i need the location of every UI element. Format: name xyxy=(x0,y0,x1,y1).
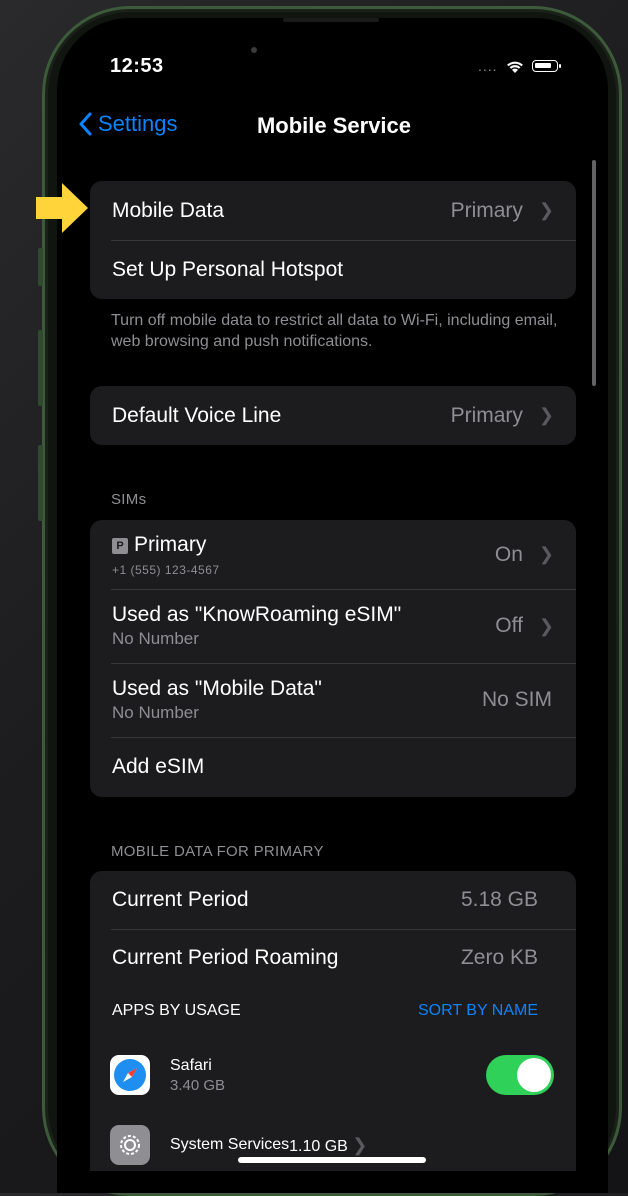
chevron-right-icon: ❯ xyxy=(538,544,554,564)
page-title: Mobile Service xyxy=(256,113,412,138)
battery-icon xyxy=(531,60,561,72)
chevron-right-icon: ❯ xyxy=(538,405,554,425)
safari-data-toggle[interactable] xyxy=(486,1055,554,1095)
app-usage: 1.10 GB xyxy=(289,1137,348,1155)
sim-title: Used as "KnowRoaming eSIM" xyxy=(112,603,402,626)
sim-title: Used as "Mobile Data" xyxy=(112,677,322,700)
safari-icon xyxy=(110,1055,150,1095)
apps-by-usage-label: APPS BY USAGE xyxy=(112,1002,241,1019)
sim-status: No SIM xyxy=(481,688,552,711)
current-period-row: Current Period 5.18 GB xyxy=(90,871,576,929)
current-period-roaming-value: Zero KB xyxy=(460,946,538,969)
highlight-arrow-icon xyxy=(36,183,88,233)
mobile-data-label: Mobile Data xyxy=(112,198,225,222)
sim-phone-number: +1 (555) 123-4567 xyxy=(112,562,220,577)
status-time: 12:53 xyxy=(110,55,164,77)
sim-subtitle: No Number xyxy=(112,703,199,722)
default-voice-line-row[interactable]: Default Voice Line Primary ❯ xyxy=(90,386,576,445)
current-period-value: 5.18 GB xyxy=(460,888,538,911)
sim-row-knowroaming[interactable]: Used as "KnowRoaming eSIM" No Number Off… xyxy=(90,589,576,663)
voice-line-group: Default Voice Line Primary ❯ xyxy=(90,386,576,445)
add-esim-link[interactable]: Add eSIM xyxy=(112,755,204,779)
camera-icon xyxy=(251,47,257,53)
sort-by-name-button[interactable]: SORT BY NAME xyxy=(418,1002,538,1020)
sim-title: Primary xyxy=(134,532,207,556)
current-period-roaming-row: Current Period Roaming Zero KB xyxy=(90,929,576,987)
personal-hotspot-row[interactable]: Set Up Personal Hotspot xyxy=(90,240,576,299)
app-usage: 3.40 GB xyxy=(170,1076,226,1094)
chevron-right-icon: ❯ xyxy=(538,615,554,636)
usage-group: Current Period 5.18 GB Current Period Ro… xyxy=(90,871,576,1171)
sims-group: P Primary +1 (555) 123-4567 On ❯ Used as … xyxy=(90,520,576,797)
sim-badge-icon: P xyxy=(112,537,128,554)
app-name: System Services xyxy=(170,1136,290,1153)
mobile-data-value: Primary xyxy=(450,198,523,222)
home-indicator[interactable] xyxy=(238,1157,426,1163)
sim-row-mobile-data: Used as "Mobile Data" No Number No SIM xyxy=(90,663,576,737)
mobile-data-group: Mobile Data Primary ❯ Set Up Personal Ho… xyxy=(90,181,576,299)
sims-section-header: SIMs xyxy=(111,491,147,508)
chevron-right-icon: ❯ xyxy=(352,1134,368,1155)
volume-down-button xyxy=(38,445,43,521)
current-period-roaming-label: Current Period Roaming xyxy=(112,946,339,969)
chevron-right-icon: ❯ xyxy=(538,200,554,220)
app-row-safari: Safari 3.40 GB xyxy=(90,1035,576,1115)
usage-section-header: MOBILE DATA FOR PRIMARY xyxy=(111,843,324,860)
default-voice-line-label: Default Voice Line xyxy=(112,403,282,427)
add-esim-row[interactable]: Add eSIM xyxy=(90,737,576,797)
sim-status: On xyxy=(494,542,523,566)
current-period-label: Current Period xyxy=(112,888,249,911)
cellular-signal-icon: .... xyxy=(478,58,498,74)
personal-hotspot-link[interactable]: Set Up Personal Hotspot xyxy=(112,258,343,282)
sim-status: Off xyxy=(495,614,523,637)
action-button xyxy=(38,248,43,286)
sim-row-primary[interactable]: P Primary +1 (555) 123-4567 On ❯ xyxy=(90,520,576,589)
apps-by-usage-header: APPS BY USAGE SORT BY NAME xyxy=(90,987,576,1035)
wifi-icon xyxy=(506,61,523,73)
gear-icon xyxy=(110,1125,150,1165)
scroll-indicator[interactable] xyxy=(592,160,596,386)
mobile-data-footnote: Turn off mobile data to restrict all dat… xyxy=(111,312,558,350)
mobile-data-row[interactable]: Mobile Data Primary ❯ xyxy=(90,181,576,240)
speaker-grille xyxy=(283,18,379,22)
default-voice-line-value: Primary xyxy=(450,403,523,427)
volume-up-button xyxy=(38,330,43,406)
status-icons: .... xyxy=(478,58,561,74)
app-name: Safari xyxy=(170,1056,212,1074)
sim-subtitle: No Number xyxy=(112,629,199,648)
